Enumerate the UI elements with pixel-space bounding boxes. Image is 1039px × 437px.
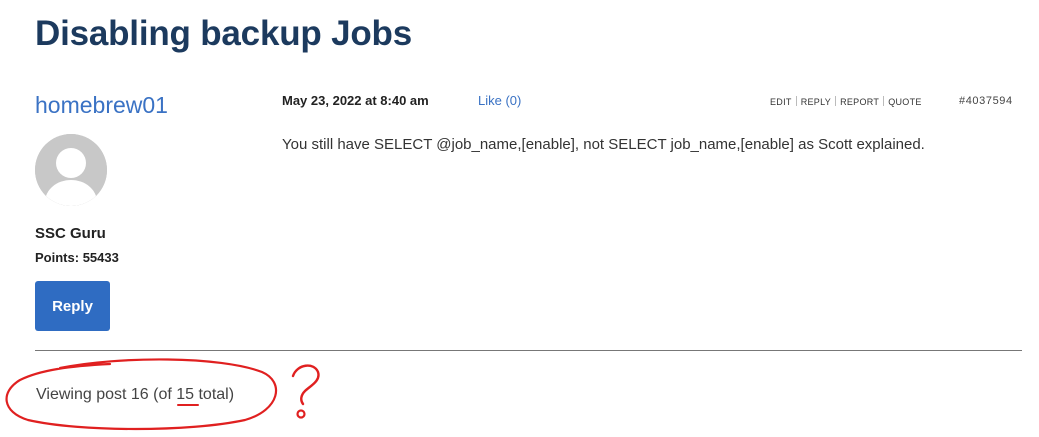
user-silhouette-icon — [35, 134, 107, 206]
reply-link[interactable]: REPLY — [801, 97, 831, 107]
action-separator — [835, 96, 837, 106]
points-value: 55433 — [82, 250, 119, 265]
points-label: Points: — [35, 250, 80, 265]
post-content: You still have SELECT @job_name,[enable]… — [282, 136, 925, 153]
edit-link[interactable]: EDIT — [770, 97, 792, 107]
page-title: Disabling backup Jobs — [35, 14, 412, 53]
post-id-link[interactable]: #4037594 — [959, 95, 1013, 107]
red-annotation-overlay — [5, 358, 320, 431]
author-name-link[interactable]: homebrew01 — [35, 92, 168, 119]
question-mark-icon — [291, 364, 320, 406]
pagination-count: Viewing post 16 (of 15 total) — [36, 386, 235, 403]
author-rank: SSC Guru — [35, 225, 106, 242]
reply-button[interactable]: Reply — [35, 281, 110, 331]
report-link[interactable]: REPORT — [840, 97, 879, 107]
divider — [35, 350, 1022, 351]
post-date: May 23, 2022 at 8:40 am — [282, 93, 429, 108]
like-link[interactable]: Like (0) — [478, 93, 521, 108]
quote-link[interactable]: QUOTE — [888, 97, 922, 107]
author-points: Points: 55433 — [35, 250, 119, 265]
question-mark-dot — [296, 409, 306, 419]
action-separator — [883, 96, 885, 106]
avatar[interactable] — [35, 134, 107, 206]
action-separator — [795, 96, 797, 106]
post-actions: EDIT REPLY REPORT QUOTE — [770, 96, 922, 107]
